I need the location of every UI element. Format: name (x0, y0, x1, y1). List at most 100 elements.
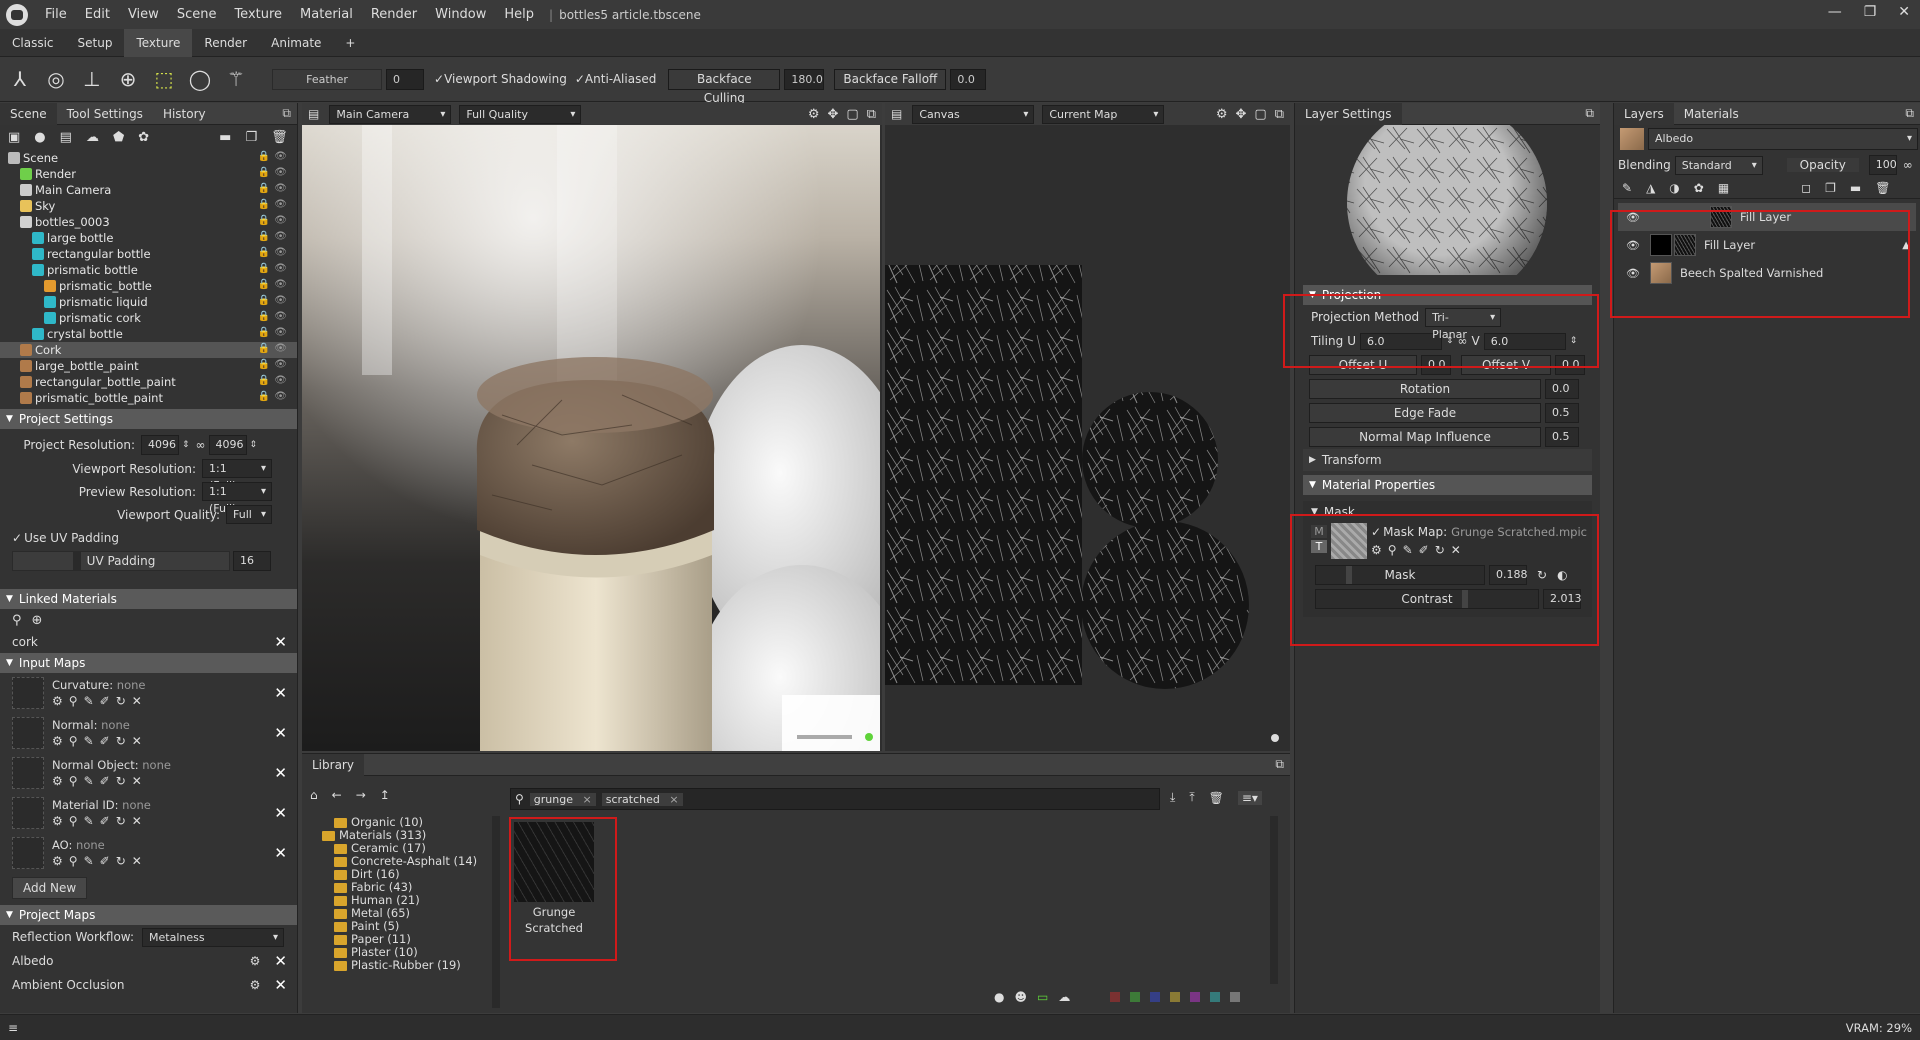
checker-icon[interactable]: ▦ (1718, 181, 1729, 195)
color-filter-red[interactable] (1110, 992, 1121, 1002)
close-window-icon[interactable]: ✕ (1898, 4, 1910, 20)
magic-wand-icon[interactable]: ⚚ (220, 63, 252, 95)
export-icon[interactable]: ⤒ (1189, 790, 1194, 805)
blending-select[interactable]: Standard (1674, 155, 1763, 175)
tab-render[interactable]: Render (192, 29, 259, 57)
map-dropper-icon[interactable]: ✎ (84, 694, 94, 708)
lock-visibility-icon[interactable]: 🔒👁 (258, 183, 291, 194)
viewport-frame-icon[interactable]: ▢ (846, 107, 858, 122)
material-properties-header[interactable]: ▼ Material Properties (1303, 475, 1592, 495)
scene-item-3[interactable]: Sky 🔒👁 (0, 198, 297, 214)
duplicate-layer-icon[interactable]: ❐ (1825, 181, 1836, 195)
add-linked-icon[interactable]: ⊕ (32, 613, 43, 628)
map-edit-icon[interactable]: ✐ (100, 854, 110, 868)
lock-visibility-icon[interactable]: 🔒👁 (258, 263, 291, 274)
remove-input-map-icon[interactable]: ✕ (274, 684, 287, 702)
add-shape-icon[interactable]: ⬟ (113, 130, 124, 145)
pick-material-icon[interactable]: ⚲ (12, 613, 22, 628)
library-forward-icon[interactable]: → (356, 788, 366, 802)
remove-tag-scratched-icon[interactable]: × (669, 793, 678, 806)
lock-visibility-icon[interactable]: 🔒👁 (258, 391, 291, 402)
map-clear-icon[interactable]: ✕ (132, 734, 142, 748)
project-map-ao[interactable]: Ambient Occlusion (12, 978, 124, 992)
menu-edit[interactable]: Edit (76, 7, 119, 22)
scene-item-8[interactable]: prismatic_bottle 🔒👁 (0, 278, 297, 294)
normal-map-influence-slider[interactable]: Normal Map Influence (1309, 427, 1541, 447)
menu-texture[interactable]: Texture (225, 7, 291, 22)
rotation-input[interactable]: 0.0 (1545, 379, 1579, 399)
menu-view[interactable]: View (119, 7, 168, 22)
input-map-swatch[interactable] (12, 677, 44, 709)
uv-popout-icon[interactable]: ⧉ (1275, 107, 1284, 122)
map-settings-icon[interactable]: ⚙ (52, 694, 63, 708)
scene-item-15[interactable]: prismatic_bottle_paint 🔒👁 (0, 390, 297, 406)
lock-visibility-icon[interactable]: 🔒👁 (258, 151, 291, 162)
edge-fade-slider[interactable]: Edge Fade (1309, 403, 1541, 423)
res-spinner2-icon[interactable]: ⇕ (250, 440, 258, 450)
filter-material-icon[interactable]: ● (994, 990, 1004, 1004)
trash-icon[interactable]: 🗑 (1209, 791, 1224, 805)
map-dropper-icon[interactable]: ✎ (84, 774, 94, 788)
rotation-slider[interactable]: Rotation (1309, 379, 1541, 399)
rect-select-icon[interactable]: ⬚ (148, 63, 180, 95)
map-dropper-icon[interactable]: ✎ (84, 814, 94, 828)
procedural-icon[interactable]: ✿ (1694, 181, 1704, 195)
scene-item-9[interactable]: prismatic liquid 🔒👁 (0, 294, 297, 310)
status-menu-icon[interactable]: ≡ (8, 1021, 18, 1035)
input-map-swatch[interactable] (12, 837, 44, 869)
filter-cloud-icon[interactable]: ☁ (1058, 990, 1070, 1004)
backface-falloff-value[interactable]: 0.0 (950, 68, 987, 90)
delete-layer-icon[interactable]: 🗑 (1875, 181, 1890, 195)
menu-help[interactable]: Help (495, 7, 543, 22)
map-search-icon[interactable]: ⚲ (69, 814, 78, 828)
opacity-input[interactable]: 100 (1868, 155, 1897, 175)
color-filter-blue[interactable] (1150, 992, 1161, 1002)
add-mesh-icon[interactable]: ▣ (8, 130, 20, 145)
scene-item-4[interactable]: bottles_0003 🔒👁 (0, 214, 297, 230)
backface-falloff-field[interactable]: Backface Falloff (834, 68, 947, 90)
viewport-settings-icon[interactable]: ⚙ (808, 107, 820, 122)
material-preview-sphere[interactable] (1295, 125, 1599, 285)
map-edit-icon[interactable]: ✐ (100, 694, 110, 708)
library-folder[interactable]: Metal (65) (310, 907, 500, 920)
preview-resolution-select[interactable]: 1:1 (Full) (202, 482, 272, 515)
lasso-select-icon[interactable]: ◯ (184, 63, 216, 95)
backface-culling-value[interactable]: 180.0 (784, 68, 825, 90)
color-filter-teal[interactable] (1210, 992, 1221, 1002)
tab-tool-settings[interactable]: Tool Settings (57, 103, 153, 125)
normal-map-influence-input[interactable]: 0.5 (1545, 427, 1579, 447)
anti-aliased-toggle[interactable]: ✓Anti-Aliased (575, 72, 656, 86)
uv-canvas[interactable] (885, 125, 1290, 751)
scene-item-7[interactable]: prismatic bottle 🔒👁 (0, 262, 297, 278)
tag-scratched[interactable]: scratched × (601, 792, 683, 806)
lock-visibility-icon[interactable]: 🔒👁 (258, 311, 291, 322)
remove-albedo-icon[interactable]: ✕ (274, 952, 287, 970)
filter-display-icon[interactable]: ▭ (1037, 990, 1048, 1004)
res-spinner-icon[interactable]: ⇕ (182, 440, 190, 450)
viewport-popout-icon[interactable]: ⧉ (867, 107, 876, 122)
input-map-swatch[interactable] (12, 757, 44, 789)
folder-icon[interactable]: ▬ (219, 130, 231, 145)
canvas-icon[interactable]: ▤ (891, 107, 902, 121)
map-search-icon[interactable]: ⚲ (69, 694, 78, 708)
map-reload-icon[interactable]: ↻ (116, 814, 126, 828)
map-search-icon[interactable]: ⚲ (69, 774, 78, 788)
viewport-render[interactable] (302, 125, 880, 751)
scene-item-6[interactable]: rectangular bottle 🔒👁 (0, 246, 297, 262)
add-material-icon[interactable]: ✿ (138, 130, 149, 145)
tag-grunge[interactable]: grunge × (529, 792, 596, 806)
map-settings-icon[interactable]: ⚙ (52, 814, 63, 828)
edge-fade-input[interactable]: 0.5 (1545, 403, 1579, 423)
map-reload-icon[interactable]: ↻ (116, 734, 126, 748)
library-grid-scrollbar[interactable] (1270, 816, 1278, 984)
project-settings-header[interactable]: ▼ Project Settings (0, 409, 297, 429)
input-map-swatch[interactable] (12, 797, 44, 829)
lock-visibility-icon[interactable]: 🔒👁 (258, 359, 291, 370)
map-settings-icon[interactable]: ⚙ (52, 774, 63, 788)
lock-visibility-icon[interactable]: 🔒👁 (258, 295, 291, 306)
feather-value[interactable]: 0 (386, 68, 424, 90)
input-maps-header[interactable]: ▼ Input Maps (0, 653, 297, 673)
quality-select[interactable]: Full Quality (459, 104, 582, 124)
backface-culling-field[interactable]: Backface Culling (668, 68, 781, 105)
map-dropper-icon[interactable]: ✎ (84, 854, 94, 868)
